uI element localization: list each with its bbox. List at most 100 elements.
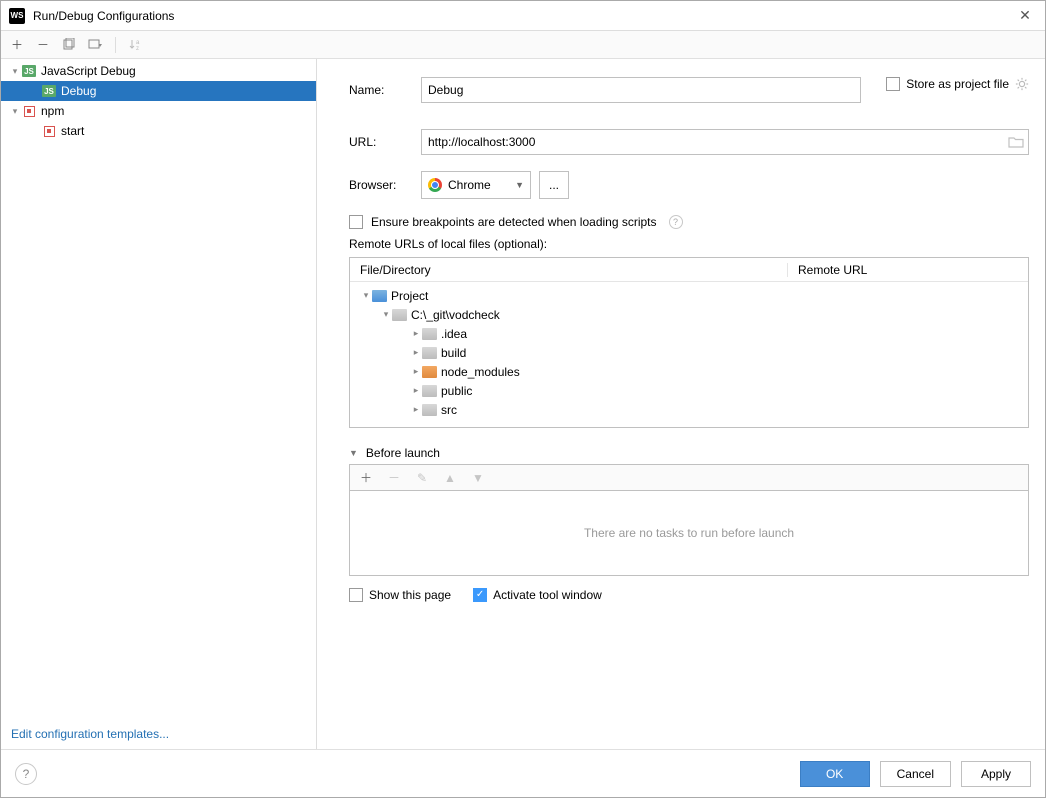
copy-config-icon[interactable] xyxy=(61,37,77,53)
npm-icon xyxy=(21,104,37,118)
ft-root[interactable]: ▾ C:\_git\vodcheck xyxy=(350,305,1028,324)
main-area: ▾ JS JavaScript Debug JS Debug ▾ npm sta… xyxy=(1,59,1045,749)
config-form: Store as project file Name: URL: Browser… xyxy=(317,59,1045,749)
folder-icon[interactable] xyxy=(1007,133,1025,151)
show-page-label: Show this page xyxy=(369,588,451,602)
folder-icon xyxy=(422,404,437,416)
help-button[interactable]: ? xyxy=(15,763,37,785)
before-launch-header[interactable]: ▼ Before launch xyxy=(349,446,1029,460)
ft-label: .idea xyxy=(441,327,467,341)
ft-idea[interactable]: ▸ .idea xyxy=(350,324,1028,343)
remote-urls-table: File/Directory Remote URL ▾ Project ▾ C:… xyxy=(349,257,1029,428)
url-input[interactable] xyxy=(421,129,1029,155)
options-row: Show this page Activate tool window xyxy=(349,588,1029,602)
name-input[interactable] xyxy=(421,77,861,103)
window-title: Run/Debug Configurations xyxy=(33,9,1013,23)
before-launch-section: ▼ Before launch ＋ － ✎ ▲ ▼ There are no t… xyxy=(349,446,1029,576)
chevron-right-icon[interactable]: ▸ xyxy=(410,385,422,396)
app-icon: WS xyxy=(9,8,25,24)
url-label: URL: xyxy=(349,135,421,149)
edit-task-icon: ✎ xyxy=(414,470,430,486)
add-config-icon[interactable]: ＋ xyxy=(9,37,25,53)
config-toolbar: ＋ － az xyxy=(1,31,1045,59)
chevron-right-icon[interactable]: ▸ xyxy=(410,347,422,358)
remove-config-icon[interactable]: － xyxy=(35,37,51,53)
save-config-icon[interactable] xyxy=(87,37,103,53)
store-as-project-checkbox[interactable] xyxy=(886,77,900,91)
move-down-icon: ▼ xyxy=(470,470,486,486)
ft-label: node_modules xyxy=(441,365,520,379)
add-task-icon[interactable]: ＋ xyxy=(358,470,374,486)
ensure-bp-row: Ensure breakpoints are detected when loa… xyxy=(349,215,1029,229)
ok-button[interactable]: OK xyxy=(800,761,870,787)
ft-build[interactable]: ▸ build xyxy=(350,343,1028,362)
sort-config-icon[interactable]: az xyxy=(128,37,144,53)
browser-row: Browser: Chrome ▼ ... xyxy=(349,171,1029,199)
svg-text:z: z xyxy=(136,46,139,52)
table-header: File/Directory Remote URL xyxy=(350,258,1028,282)
browser-value: Chrome xyxy=(448,178,491,192)
titlebar: WS Run/Debug Configurations ✕ xyxy=(1,1,1045,31)
before-launch-toolbar: ＋ － ✎ ▲ ▼ xyxy=(349,464,1029,490)
remove-task-icon: － xyxy=(386,470,402,486)
folder-icon xyxy=(422,366,437,378)
ft-label: build xyxy=(441,346,466,360)
config-tree-pane: ▾ JS JavaScript Debug JS Debug ▾ npm sta… xyxy=(1,59,317,749)
tree-node-start[interactable]: start xyxy=(1,121,316,141)
ft-project[interactable]: ▾ Project xyxy=(350,286,1028,305)
npm-icon xyxy=(41,124,57,138)
tree-node-jsdebug[interactable]: ▾ JS JavaScript Debug xyxy=(1,61,316,81)
help-icon[interactable]: ? xyxy=(669,215,683,229)
ft-label: public xyxy=(441,384,472,398)
name-label: Name: xyxy=(349,83,421,97)
remote-urls-label: Remote URLs of local files (optional): xyxy=(349,237,1029,251)
tree-node-debug[interactable]: JS Debug xyxy=(1,81,316,101)
before-launch-title: Before launch xyxy=(366,446,440,460)
col-remote: Remote URL xyxy=(788,263,1028,277)
show-page-checkbox[interactable] xyxy=(349,588,363,602)
gear-icon[interactable] xyxy=(1015,77,1029,91)
store-as-project-block: Store as project file xyxy=(886,77,1029,91)
chevron-right-icon[interactable]: ▸ xyxy=(410,328,422,339)
chevron-down-icon[interactable]: ▾ xyxy=(360,290,372,301)
tree-label: Debug xyxy=(61,84,96,98)
ft-public[interactable]: ▸ public xyxy=(350,381,1028,400)
ft-src[interactable]: ▸ src xyxy=(350,400,1028,419)
edit-templates-link[interactable]: Edit configuration templates... xyxy=(11,727,169,741)
tree-label: JavaScript Debug xyxy=(41,64,136,78)
cancel-button[interactable]: Cancel xyxy=(880,761,951,787)
close-icon[interactable]: ✕ xyxy=(1013,7,1037,24)
file-tree[interactable]: ▾ Project ▾ C:\_git\vodcheck ▸ .idea ▸ xyxy=(350,282,1028,427)
url-row: URL: xyxy=(349,129,1029,155)
ft-nodemodules[interactable]: ▸ node_modules xyxy=(350,362,1028,381)
ensure-bp-label: Ensure breakpoints are detected when loa… xyxy=(371,215,657,229)
chrome-icon xyxy=(428,178,442,192)
tree-label: start xyxy=(61,124,84,138)
tree-label: npm xyxy=(41,104,64,118)
folder-icon xyxy=(422,328,437,340)
ft-label: src xyxy=(441,403,457,417)
chevron-right-icon[interactable]: ▸ xyxy=(410,404,422,415)
move-up-icon: ▲ xyxy=(442,470,458,486)
browser-more-button[interactable]: ... xyxy=(539,171,569,199)
chevron-down-icon[interactable]: ▾ xyxy=(9,106,21,117)
col-file: File/Directory xyxy=(350,263,788,277)
apply-button[interactable]: Apply xyxy=(961,761,1031,787)
jsdebug-icon: JS xyxy=(41,84,57,98)
chevron-right-icon[interactable]: ▸ xyxy=(410,366,422,377)
activate-tool-checkbox[interactable] xyxy=(473,588,487,602)
activate-tool-label: Activate tool window xyxy=(493,588,602,602)
dialog-footer: ? OK Cancel Apply xyxy=(1,749,1045,797)
tree-node-npm[interactable]: ▾ npm xyxy=(1,101,316,121)
browser-select[interactable]: Chrome ▼ xyxy=(421,171,531,199)
folder-icon xyxy=(392,309,407,321)
browser-label: Browser: xyxy=(349,178,421,192)
config-tree[interactable]: ▾ JS JavaScript Debug JS Debug ▾ npm sta… xyxy=(1,59,316,719)
chevron-down-icon: ▼ xyxy=(349,448,358,458)
before-launch-empty: There are no tasks to run before launch xyxy=(349,490,1029,576)
chevron-down-icon[interactable]: ▾ xyxy=(380,309,392,320)
project-icon xyxy=(372,290,387,302)
chevron-down-icon: ▼ xyxy=(515,180,524,190)
ensure-bp-checkbox[interactable] xyxy=(349,215,363,229)
chevron-down-icon[interactable]: ▾ xyxy=(9,66,21,77)
